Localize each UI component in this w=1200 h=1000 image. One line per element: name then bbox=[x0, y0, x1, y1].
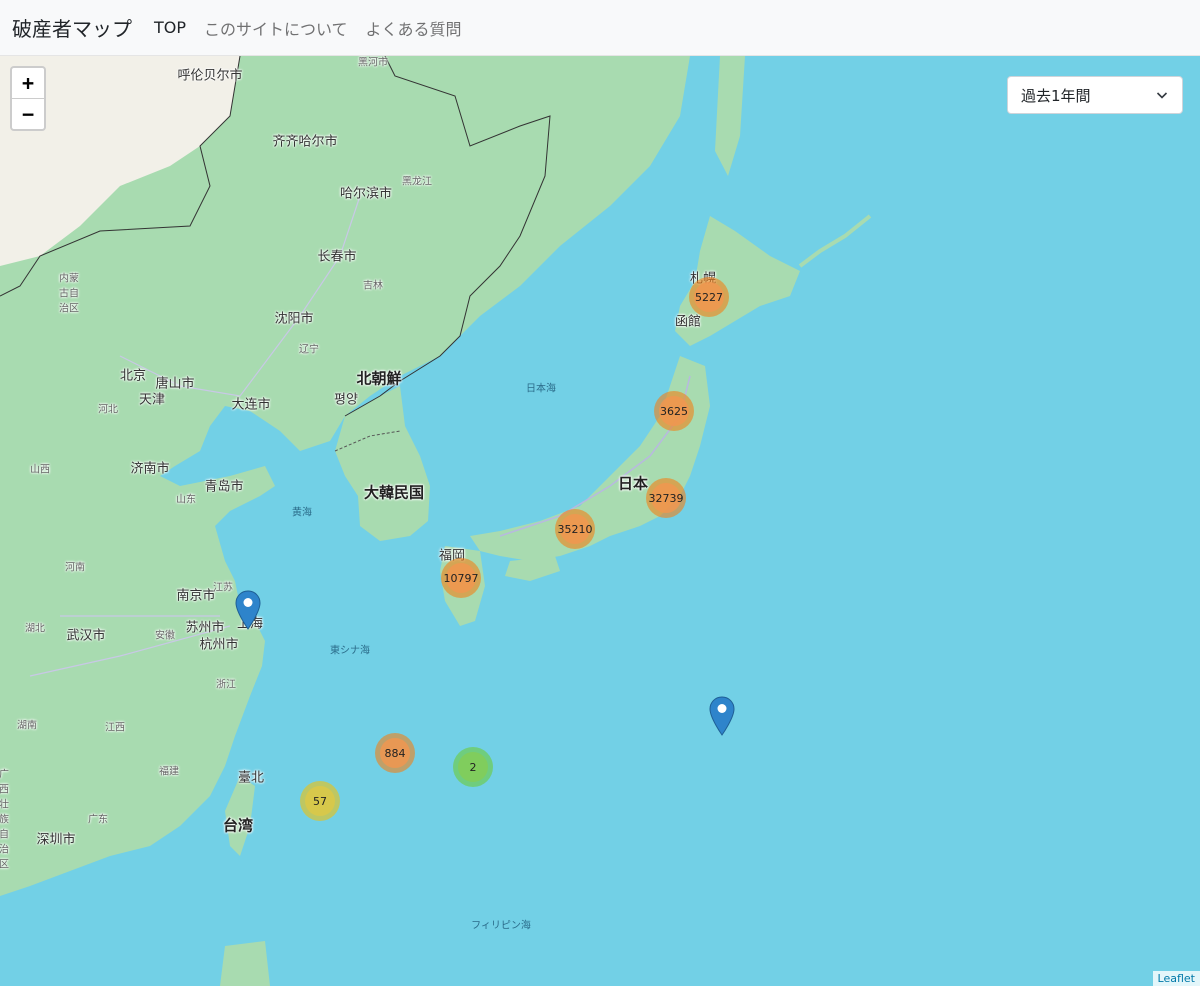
cluster-count: 884 bbox=[380, 738, 410, 768]
cluster-count: 57 bbox=[305, 786, 335, 816]
cluster-marker[interactable]: 2 bbox=[453, 747, 493, 787]
cluster-count: 5227 bbox=[694, 282, 724, 312]
zoom-out-button[interactable]: − bbox=[12, 99, 44, 129]
marker-icon[interactable] bbox=[235, 590, 261, 630]
zoom-control: + − bbox=[10, 66, 46, 131]
cluster-marker[interactable]: 35210 bbox=[555, 509, 595, 549]
map-container[interactable]: 呼伦贝尔市 齐齐哈尔市 哈尔滨市 长春市 沈阳市 北京 唐山市 天津 大连市 평… bbox=[0, 56, 1200, 986]
attribution-link[interactable]: Leaflet bbox=[1152, 971, 1200, 986]
navbar: 破産者マップ TOP このサイトについて よくある質問 bbox=[0, 0, 1200, 56]
period-select[interactable]: 過去1年間 bbox=[1007, 76, 1183, 114]
marker-icon[interactable] bbox=[709, 696, 735, 736]
nav-link-top[interactable]: TOP bbox=[154, 18, 186, 37]
cluster-marker[interactable]: 10797 bbox=[441, 558, 481, 598]
cluster-marker[interactable]: 3625 bbox=[654, 391, 694, 431]
cluster-marker[interactable]: 884 bbox=[375, 733, 415, 773]
brand-link[interactable]: 破産者マップ bbox=[12, 13, 132, 42]
cluster-count: 10797 bbox=[444, 563, 479, 593]
cluster-count: 32739 bbox=[649, 483, 684, 513]
cluster-marker[interactable]: 5227 bbox=[689, 277, 729, 317]
nav-link-faq[interactable]: よくある質問 bbox=[366, 16, 462, 40]
cluster-count: 35210 bbox=[558, 514, 593, 544]
page-bottom bbox=[0, 986, 1200, 1000]
cluster-marker[interactable]: 32739 bbox=[646, 478, 686, 518]
cluster-count: 3625 bbox=[659, 396, 689, 426]
nav-link-about[interactable]: このサイトについて bbox=[204, 16, 348, 40]
period-select-value: 過去1年間 bbox=[1021, 86, 1091, 105]
cluster-count: 2 bbox=[458, 752, 488, 782]
chevron-down-icon bbox=[1156, 92, 1168, 99]
map-tiles bbox=[0, 56, 1200, 986]
zoom-in-button[interactable]: + bbox=[12, 68, 44, 99]
cluster-marker[interactable]: 57 bbox=[300, 781, 340, 821]
